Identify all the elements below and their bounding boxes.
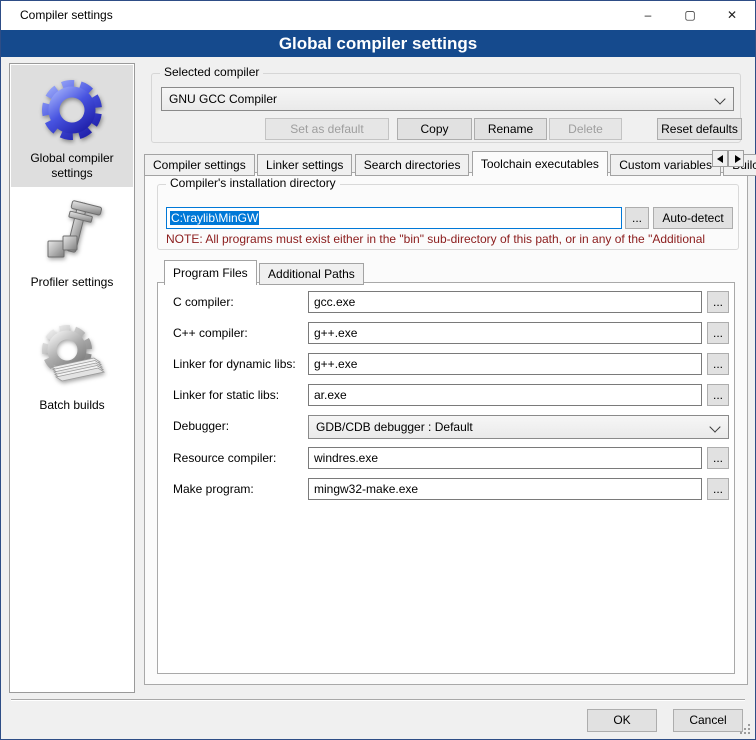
install-dir-group-title: Compiler's installation directory	[166, 176, 340, 190]
sidebar-item-label: Global compiler settings	[11, 151, 133, 181]
titlebar: Compiler settings – ▢ ✕	[1, 1, 755, 30]
tab-scroll-left-button[interactable]	[712, 150, 728, 167]
install-dir-note: NOTE: All programs must exist either in …	[166, 232, 736, 246]
compiler-select-value: GNU GCC Compiler	[169, 92, 277, 106]
sidebar: Global compiler settings	[9, 63, 135, 693]
chevron-down-icon	[709, 421, 720, 432]
linker-static-input[interactable]	[308, 384, 702, 406]
c-compiler-input[interactable]	[308, 291, 702, 313]
page-title: Global compiler settings	[1, 30, 755, 57]
tab-compiler-settings[interactable]: Compiler settings	[144, 154, 255, 176]
caliper-icon	[36, 199, 108, 269]
install-dir-group: Compiler's installation directory C:\ray…	[157, 184, 739, 250]
set-as-default-button: Set as default	[265, 118, 389, 140]
maximize-button[interactable]: ▢	[669, 1, 711, 30]
sidebar-item-batch-builds[interactable]: Batch builds	[11, 312, 133, 419]
install-dir-browse-button[interactable]: ...	[625, 207, 649, 229]
linker-dynamic-input[interactable]	[308, 353, 702, 375]
resource-compiler-browse-button[interactable]: ...	[707, 447, 729, 469]
programs-tabstrip: Program Files Additional Paths	[164, 260, 364, 282]
tab-search-directories[interactable]: Search directories	[355, 154, 470, 176]
right-arrow-icon	[735, 155, 741, 163]
c-compiler-label: C compiler:	[173, 291, 234, 313]
linker-static-label: Linker for static libs:	[173, 384, 279, 406]
banner: Global compiler settings	[1, 30, 755, 57]
debugger-select-value: GDB/CDB debugger : Default	[316, 420, 473, 434]
resize-grip[interactable]	[748, 732, 750, 734]
gear-blue-icon	[36, 73, 108, 145]
sidebar-item-global-compiler-settings[interactable]: Global compiler settings	[11, 65, 133, 187]
linker-dynamic-label: Linker for dynamic libs:	[173, 353, 296, 375]
selected-compiler-group: Selected compiler GNU GCC Compiler Set a…	[151, 73, 741, 143]
resource-compiler-label: Resource compiler:	[173, 447, 276, 469]
make-program-label: Make program:	[173, 478, 254, 500]
tab-toolchain-executables[interactable]: Toolchain executables	[472, 151, 608, 176]
install-dir-value: C:\raylib\MinGW	[170, 211, 259, 225]
close-button[interactable]: ✕	[711, 1, 753, 30]
copy-button[interactable]: Copy	[397, 118, 472, 140]
delete-button: Delete	[549, 118, 622, 140]
sidebar-item-profiler-settings[interactable]: Profiler settings	[11, 191, 133, 296]
tab-custom-variables[interactable]: Custom variables	[610, 154, 721, 176]
auto-detect-button[interactable]: Auto-detect	[653, 207, 733, 229]
compiler-settings-dialog: Compiler settings – ▢ ✕ Global compiler …	[0, 0, 756, 740]
program-files-panel: C compiler: ... C++ compiler: ... Linker…	[157, 282, 735, 674]
chevron-down-icon	[714, 93, 725, 104]
cancel-button[interactable]: Cancel	[673, 709, 743, 732]
compiler-select[interactable]: GNU GCC Compiler	[161, 87, 734, 111]
tab-program-files[interactable]: Program Files	[164, 260, 257, 285]
linker-dynamic-browse-button[interactable]: ...	[707, 353, 729, 375]
selected-compiler-group-title: Selected compiler	[160, 65, 263, 79]
resource-compiler-input[interactable]	[308, 447, 702, 469]
cpp-compiler-label: C++ compiler:	[173, 322, 248, 344]
tab-scroll-right-button[interactable]	[728, 150, 744, 167]
install-dir-input[interactable]: C:\raylib\MinGW	[166, 207, 622, 229]
settings-tabstrip: Compiler settings Linker settings Search…	[144, 151, 756, 173]
left-arrow-icon	[717, 155, 723, 163]
sidebar-item-label: Profiler settings	[11, 275, 133, 290]
reset-defaults-button[interactable]: Reset defaults	[657, 118, 742, 140]
window-title: Compiler settings	[20, 1, 113, 30]
cpp-compiler-browse-button[interactable]: ...	[707, 322, 729, 344]
linker-static-browse-button[interactable]: ...	[707, 384, 729, 406]
make-program-input[interactable]	[308, 478, 702, 500]
tab-linker-settings[interactable]: Linker settings	[257, 154, 352, 176]
gear-stack-icon	[36, 320, 108, 392]
toolchain-executables-page: Compiler's installation directory C:\ray…	[144, 172, 748, 685]
c-compiler-browse-button[interactable]: ...	[707, 291, 729, 313]
cpp-compiler-input[interactable]	[308, 322, 702, 344]
sidebar-item-label: Batch builds	[11, 398, 133, 413]
debugger-label: Debugger:	[173, 415, 229, 437]
minimize-button[interactable]: –	[627, 1, 669, 30]
footer-separator	[11, 699, 745, 701]
make-program-browse-button[interactable]: ...	[707, 478, 729, 500]
ok-button[interactable]: OK	[587, 709, 657, 732]
tab-additional-paths[interactable]: Additional Paths	[259, 263, 364, 285]
rename-button[interactable]: Rename	[474, 118, 547, 140]
debugger-select[interactable]: GDB/CDB debugger : Default	[308, 415, 729, 439]
window-controls: – ▢ ✕	[627, 1, 753, 30]
